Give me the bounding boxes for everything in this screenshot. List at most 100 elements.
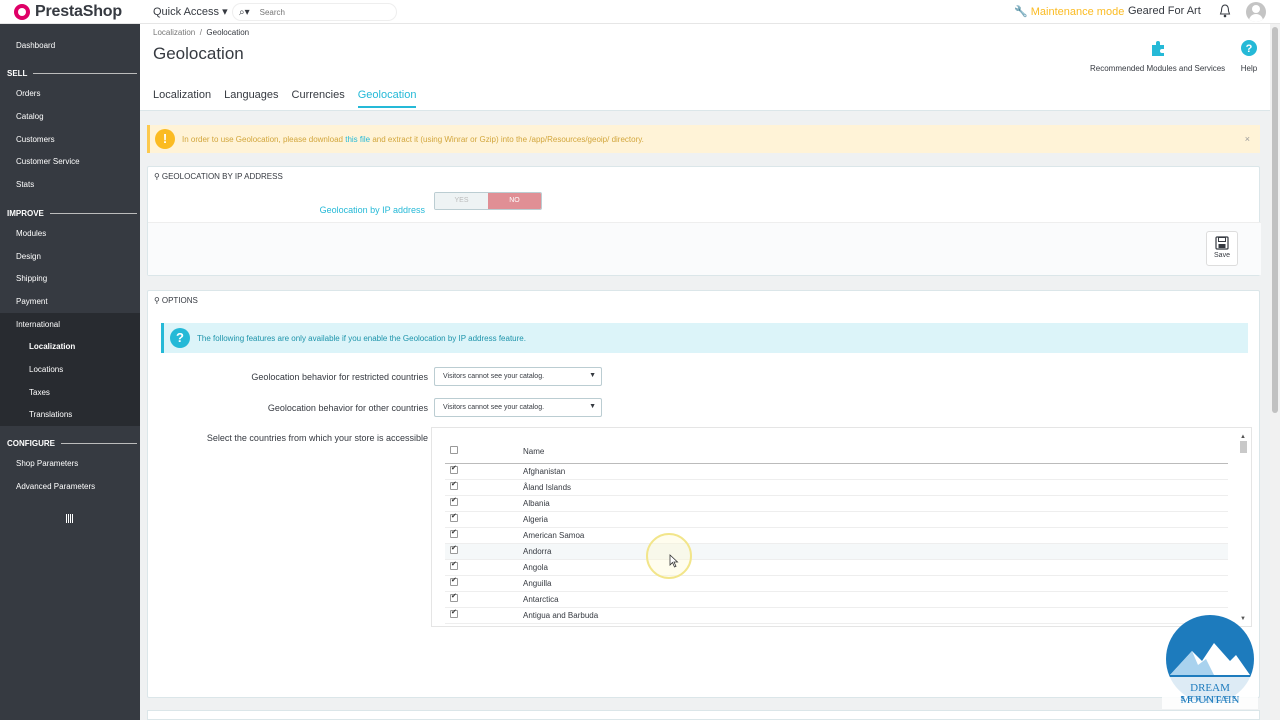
table-row[interactable]: Antarctica <box>445 592 1228 608</box>
geoip-warning-alert: ! In order to use Geolocation, please do… <box>147 125 1260 153</box>
table-row[interactable]: Anguilla <box>445 576 1228 592</box>
puzzle-icon <box>1151 41 1164 56</box>
tab-currencies[interactable]: Currencies <box>292 89 345 108</box>
table-row[interactable]: Algeria <box>445 512 1228 528</box>
divider <box>61 443 137 444</box>
employee-avatar[interactable] <box>1246 2 1266 22</box>
sidebar-item-modules[interactable]: Modules <box>16 229 46 238</box>
close-icon[interactable]: × <box>1245 134 1250 144</box>
bell-icon[interactable] <box>1219 4 1231 18</box>
prestashop-logo-icon <box>14 4 30 20</box>
table-row[interactable]: Andorra <box>445 544 1228 560</box>
geolocation-by-ip-panel: ⚲ GEOLOCATION BY IP ADDRESS Geolocation b… <box>147 166 1261 276</box>
tab-languages[interactable]: Languages <box>224 89 278 108</box>
country-checkbox[interactable] <box>450 576 458 586</box>
country-checkbox[interactable] <box>450 544 458 554</box>
tab-geolocation[interactable]: Geolocation <box>357 89 417 108</box>
help-label: Help <box>1240 64 1258 73</box>
page-title: Geolocation <box>153 44 244 63</box>
sidebar-item-customer-service[interactable]: Customer Service <box>16 157 80 166</box>
recommended-modules-button[interactable]: Recommended Modules and Services <box>1090 39 1225 73</box>
sidebar-item-dashboard[interactable]: Dashboard <box>16 41 55 50</box>
sidebar-item-shipping[interactable]: Shipping <box>16 274 47 283</box>
wrench-icon: 🔧 <box>1014 6 1028 18</box>
country-checkbox[interactable] <box>450 512 458 522</box>
page-scrollbar[interactable] <box>1270 24 1280 720</box>
shop-name-link[interactable]: Geared For Art <box>1128 5 1201 17</box>
country-name: Antarctica <box>523 595 559 604</box>
geolocation-ip-switch[interactable]: YES NO <box>434 192 542 210</box>
sidebar-item-catalog[interactable]: Catalog <box>16 112 44 121</box>
page-scrollbar-thumb[interactable] <box>1272 27 1278 413</box>
table-row[interactable]: Albania <box>445 496 1228 512</box>
info-text: The following features are only availabl… <box>197 334 526 343</box>
other-behavior-select[interactable]: Visitors cannot see your catalog. ▼ <box>434 398 602 417</box>
switch-yes-option[interactable]: YES <box>435 193 488 209</box>
sidebar-subitem-locations[interactable]: Locations <box>29 365 63 374</box>
search-box[interactable]: ⌕▾ <box>232 3 397 21</box>
tab-localization[interactable]: Localization <box>153 89 211 108</box>
countries-table-header: Name <box>445 434 1228 464</box>
quick-access-dropdown[interactable]: Quick Access ▾ <box>153 5 228 18</box>
search-input[interactable] <box>259 7 380 17</box>
countries-scrollbar[interactable]: ▲ ▼ <box>1238 434 1248 626</box>
maintenance-mode-link[interactable]: 🔧 Maintenance mode <box>1014 5 1124 18</box>
select-value: Visitors cannot see your catalog. <box>443 404 545 411</box>
caret-down-icon: ▼ <box>589 372 596 379</box>
table-row[interactable]: Åland Islands <box>445 480 1228 496</box>
country-checkbox[interactable] <box>450 528 458 538</box>
country-name: Anguilla <box>523 579 552 588</box>
collapse-menu-icon[interactable] <box>66 514 74 523</box>
table-row[interactable]: Antigua and Barbuda <box>445 608 1228 624</box>
country-checkbox[interactable] <box>450 608 458 618</box>
svg-text:?: ? <box>1246 43 1253 55</box>
save-button[interactable]: Save <box>1206 231 1238 266</box>
sidebar-item-advanced-parameters[interactable]: Advanced Parameters <box>16 482 95 491</box>
select-all-checkbox[interactable] <box>450 446 458 454</box>
country-checkbox[interactable] <box>450 592 458 602</box>
download-file-link[interactable]: this file <box>345 135 370 144</box>
prestashop-logo[interactable]: PrestaShop <box>14 3 122 21</box>
switch-no-option[interactable]: NO <box>488 193 541 209</box>
scroll-up-icon[interactable]: ▲ <box>1240 434 1246 440</box>
country-checkbox[interactable] <box>450 560 458 570</box>
top-header: PrestaShop Quick Access ▾ ⌕▾ 🔧 Maintenan… <box>0 0 1280 24</box>
sidebar-item-international[interactable]: International <box>16 320 60 329</box>
help-icon: ? <box>1241 40 1257 56</box>
restricted-behavior-select[interactable]: Visitors cannot see your catalog. ▼ <box>434 367 602 386</box>
country-name: Antigua and Barbuda <box>523 611 599 620</box>
search-icon[interactable]: ⌕▾ <box>239 7 250 18</box>
country-name: American Samoa <box>523 531 585 540</box>
help-button[interactable]: ? Help <box>1240 39 1258 73</box>
table-row[interactable]: American Samoa <box>445 528 1228 544</box>
sidebar-item-payment[interactable]: Payment <box>16 297 48 306</box>
panel-heading: ⚲ OPTIONS <box>154 296 198 305</box>
table-row[interactable]: Afghanistan <box>445 464 1228 480</box>
caret-down-icon: ▾ <box>222 6 228 18</box>
country-name: Afghanistan <box>523 467 566 476</box>
sidebar-item-orders[interactable]: Orders <box>16 89 40 98</box>
sidebar-item-design[interactable]: Design <box>16 252 41 261</box>
breadcrumb-current: Geolocation <box>206 28 250 37</box>
sidebar-item-shop-parameters[interactable]: Shop Parameters <box>16 459 78 468</box>
warning-after-link: and extract it (using Winrar or Gzip) in… <box>370 135 644 144</box>
sidebar-subitem-localization[interactable]: Localization <box>29 342 75 351</box>
country-checkbox[interactable] <box>450 464 458 474</box>
sidebar-item-customers[interactable]: Customers <box>16 135 55 144</box>
sidebar-item-stats[interactable]: Stats <box>16 180 34 189</box>
country-checkbox[interactable] <box>450 496 458 506</box>
caret-down-icon: ▼ <box>589 403 596 410</box>
section-label: CONFIGURE <box>7 439 55 448</box>
section-label: SELL <box>7 69 28 78</box>
country-name: Angola <box>523 563 548 572</box>
countries-scrollbar-thumb[interactable] <box>1240 441 1247 453</box>
other-countries-label: Geolocation behavior for other countries <box>267 403 428 413</box>
table-row[interactable]: Angola <box>445 560 1228 576</box>
sidebar-subitem-translations[interactable]: Translations <box>29 410 72 419</box>
warning-before-link: In order to use Geolocation, please down… <box>182 135 346 144</box>
watermark-line2: SERVICES <box>1180 696 1240 703</box>
country-name: Åland Islands <box>523 483 572 492</box>
country-checkbox[interactable] <box>450 480 458 490</box>
sidebar-subitem-taxes[interactable]: Taxes <box>29 388 50 397</box>
breadcrumb-parent[interactable]: Localization <box>153 28 195 37</box>
